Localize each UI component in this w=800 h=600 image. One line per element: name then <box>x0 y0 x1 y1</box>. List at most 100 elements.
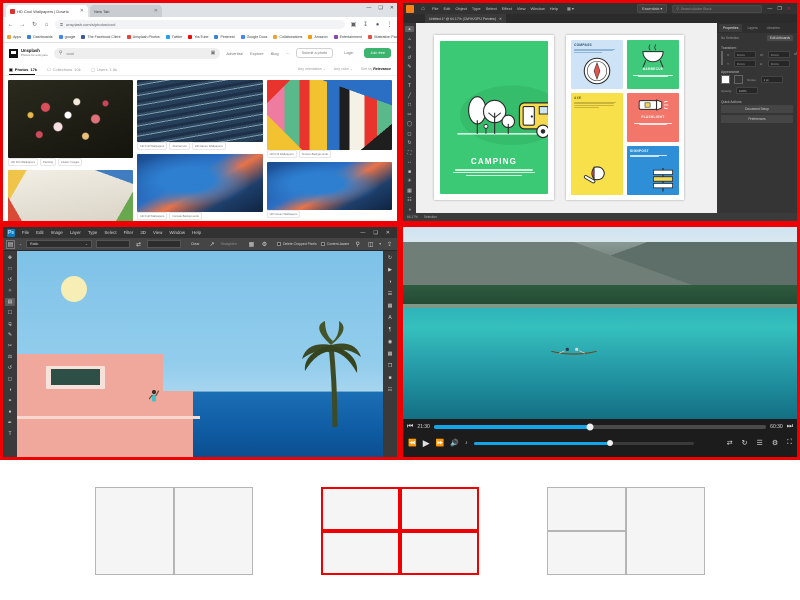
photoshop-window-controls[interactable]: — ❑ ✕ <box>360 230 393 236</box>
photo-thumbnail[interactable] <box>137 80 263 142</box>
workspace-switcher[interactable]: Essentials ▾ <box>637 4 668 13</box>
menu-file[interactable]: File <box>22 230 29 235</box>
crop-tool[interactable]: ▤ <box>5 298 15 306</box>
repeat-icon[interactable]: ↻ <box>742 439 748 447</box>
type-tool[interactable]: T <box>5 430 15 438</box>
browser-tab-inactive[interactable]: New Tab ✕ <box>90 5 162 17</box>
free-transform-tool[interactable]: ■ <box>405 169 414 175</box>
photo-card[interactable]: HD Ocean Wallpapers <box>266 162 392 218</box>
nav-link-more[interactable]: ··· <box>286 51 290 56</box>
layers-icon[interactable]: ❐ <box>385 362 395 370</box>
photoshop-panel-icons[interactable]: ↻ ▶ ◑ ☰ ▦ A ¶ ◉ ▦ ❐ ■ ☷ <box>383 251 397 457</box>
w-field[interactable]: 0 mm <box>768 51 790 58</box>
maximize-icon[interactable]: ❑ <box>373 230 377 236</box>
tag-chip[interactable]: Canvas Backgrounds <box>169 212 202 220</box>
adjustments-icon[interactable]: ◑ <box>385 278 395 286</box>
tab-properties[interactable]: Properties <box>719 24 743 32</box>
bookmarks-bar[interactable]: Apps Dashboards google The Facebook Clie… <box>3 32 397 43</box>
skip-previous-icon[interactable]: ⏮ <box>407 423 413 431</box>
swap-icon[interactable]: ⇄ <box>134 240 143 249</box>
bookmark-item[interactable]: Dashboards <box>27 35 53 39</box>
layout-options[interactable] <box>0 462 800 600</box>
layout-option-four-quadrant[interactable] <box>321 487 479 575</box>
bookmark-item[interactable]: Apps <box>7 35 21 39</box>
overlay-icon[interactable]: ▦ <box>247 240 256 249</box>
bookmark-item[interactable]: Collaborations <box>273 35 302 39</box>
share-icon[interactable]: ⇪ <box>385 240 394 249</box>
bookmark-item[interactable]: Illustration Packs <box>367 35 397 39</box>
equalizer-icon[interactable]: ☰ <box>757 439 763 447</box>
login-button[interactable]: Login <box>339 49 359 57</box>
tag-chip[interactable]: Painting <box>40 158 57 166</box>
shaper-tool[interactable]: ◯ <box>405 121 414 127</box>
x-field[interactable]: 0 mm <box>734 51 756 58</box>
tag-chip[interactable]: Texture Backgrounds <box>298 150 331 158</box>
photo-card[interactable]: HD Full Wallpapers Texture Backgrounds <box>266 80 392 158</box>
shape-builder-tool[interactable]: ☀ <box>405 178 414 184</box>
marquee-tool[interactable]: □ <box>5 265 15 273</box>
menu-filter[interactable]: Filter <box>124 230 134 235</box>
clear-button[interactable]: Clear <box>191 242 200 246</box>
browser-window[interactable]: HD Cool Wallpapers | Download Free Image… <box>0 0 400 224</box>
channels-icon[interactable]: ■ <box>385 374 395 382</box>
video-transport-row[interactable]: ⏪ ▶ ⏩ 🔊 ♪ ⇄ ↻ ☰ ⚙ ⛶ <box>403 435 797 451</box>
video-controls[interactable]: ⏮ 21:30 60:30 ⏭ ⏪ ▶ ⏩ 🔊 ♪ ⇄ ↻ ☰ ⚙ ⛶ <box>403 419 797 457</box>
menu-image[interactable]: Image <box>51 230 63 235</box>
profile-icon[interactable]: ● <box>374 21 381 28</box>
bookmark-item[interactable]: Pinterest <box>214 35 235 39</box>
history-brush-tool[interactable]: ↺ <box>5 364 15 372</box>
menu-help[interactable]: Help <box>192 230 201 235</box>
video-player-window[interactable]: ⏮ 21:30 60:30 ⏭ ⏪ ▶ ⏩ 🔊 ♪ ⇄ ↻ ☰ ⚙ ⛶ <box>400 224 800 460</box>
photo-thumbnail[interactable] <box>137 154 263 212</box>
photoshop-window[interactable]: Ps File Edit Image Layer Type Select Fil… <box>0 224 400 460</box>
pen-tool[interactable]: ✎ <box>405 64 414 70</box>
photo-thumbnail[interactable] <box>8 80 134 158</box>
download-icon[interactable]: ↧ <box>362 21 369 28</box>
chevron-down-icon[interactable]: ▾ <box>379 242 381 246</box>
paintbrush-tool[interactable]: ✂ <box>405 112 414 118</box>
illustrator-status-bar[interactable]: 64.17% Selection <box>403 213 797 221</box>
maximize-icon[interactable]: ❐ <box>777 6 781 12</box>
line-tool[interactable]: ╱ <box>405 93 414 99</box>
photo-card[interactable]: HD Full Wallpapers Abstract Art HD Natur… <box>137 80 263 150</box>
frame-tool[interactable]: ☐ <box>5 309 15 317</box>
tab-photos[interactable]: ▣ Photos 17k <box>9 67 37 72</box>
menu-window[interactable]: Window <box>169 230 185 235</box>
menu-type[interactable]: Type <box>88 230 98 235</box>
home-icon[interactable]: ⌂ <box>419 5 427 13</box>
crop-tool-icon[interactable]: ▤ <box>6 239 15 249</box>
maximize-icon[interactable]: ❑ <box>378 5 382 11</box>
tag-chip[interactable]: HD Ocean Wallpapers <box>266 210 301 218</box>
quick-select-tool[interactable]: ✧ <box>5 287 15 295</box>
blur-tool[interactable]: ⚭ <box>5 397 15 405</box>
arrange-documents-icon[interactable]: ▦ ▾ <box>567 6 574 11</box>
search-icon[interactable]: ⚲ <box>353 240 362 249</box>
stroke-field[interactable]: 1 pt <box>760 76 783 83</box>
nav-link-advertise[interactable]: Advertise <box>226 51 243 56</box>
illustrator-canvas[interactable]: CAMPING COMPASS BARBECUE AXE FLASHLIGHT … <box>416 23 717 213</box>
menu-layer[interactable]: Layer <box>70 230 81 235</box>
play-icon[interactable]: ▶ <box>423 438 430 449</box>
nav-link-explore[interactable]: Explore <box>250 51 264 56</box>
shuffle-icon[interactable]: ⇄ <box>727 439 733 447</box>
photoshop-tool-palette[interactable]: ✥ □ ↺ ✧ ▤ ☐ ⚼ ✎ ✂ ⚖ ↺ ◻ ◑ ⚭ ● ✒ T <box>3 251 17 457</box>
opacity-field[interactable]: 100% <box>736 87 759 94</box>
minimize-icon[interactable]: — <box>767 6 772 12</box>
bookmark-item[interactable]: The Facebook Client <box>81 35 121 39</box>
tag-chip[interactable]: Flower Images <box>58 158 83 166</box>
menu-type[interactable]: Type <box>472 6 481 11</box>
photoshop-options-bar[interactable]: ▤ ⌄ Ratio ⌄ ⇄ Clear ↗ Straighten ▦ ⚙ Del… <box>3 238 397 251</box>
paragraph-icon[interactable]: ¶ <box>385 326 395 334</box>
video-options[interactable]: ⇄ ↻ ☰ ⚙ ⛶ <box>727 439 792 447</box>
stroke-swatch[interactable] <box>734 75 743 84</box>
visual-search-icon[interactable]: ▣ <box>211 50 216 56</box>
tab-collections[interactable]: ☐ Collections 10k <box>47 67 81 72</box>
bookmark-item[interactable]: Unsplash Photos <box>126 35 160 39</box>
bookmark-item[interactable]: Twitter <box>165 35 182 39</box>
unsplash-result-tabs[interactable]: ▣ Photos 17k ☐ Collections 10k ◯ Users 1… <box>3 63 397 76</box>
lasso-tool[interactable]: ↺ <box>5 276 15 284</box>
gradient-tool[interactable]: ◑ <box>5 386 15 394</box>
direct-selection-tool[interactable]: ▵ <box>405 36 414 42</box>
rotate-tool[interactable]: ↻ <box>405 140 414 146</box>
menu-help[interactable]: Help <box>550 6 558 11</box>
